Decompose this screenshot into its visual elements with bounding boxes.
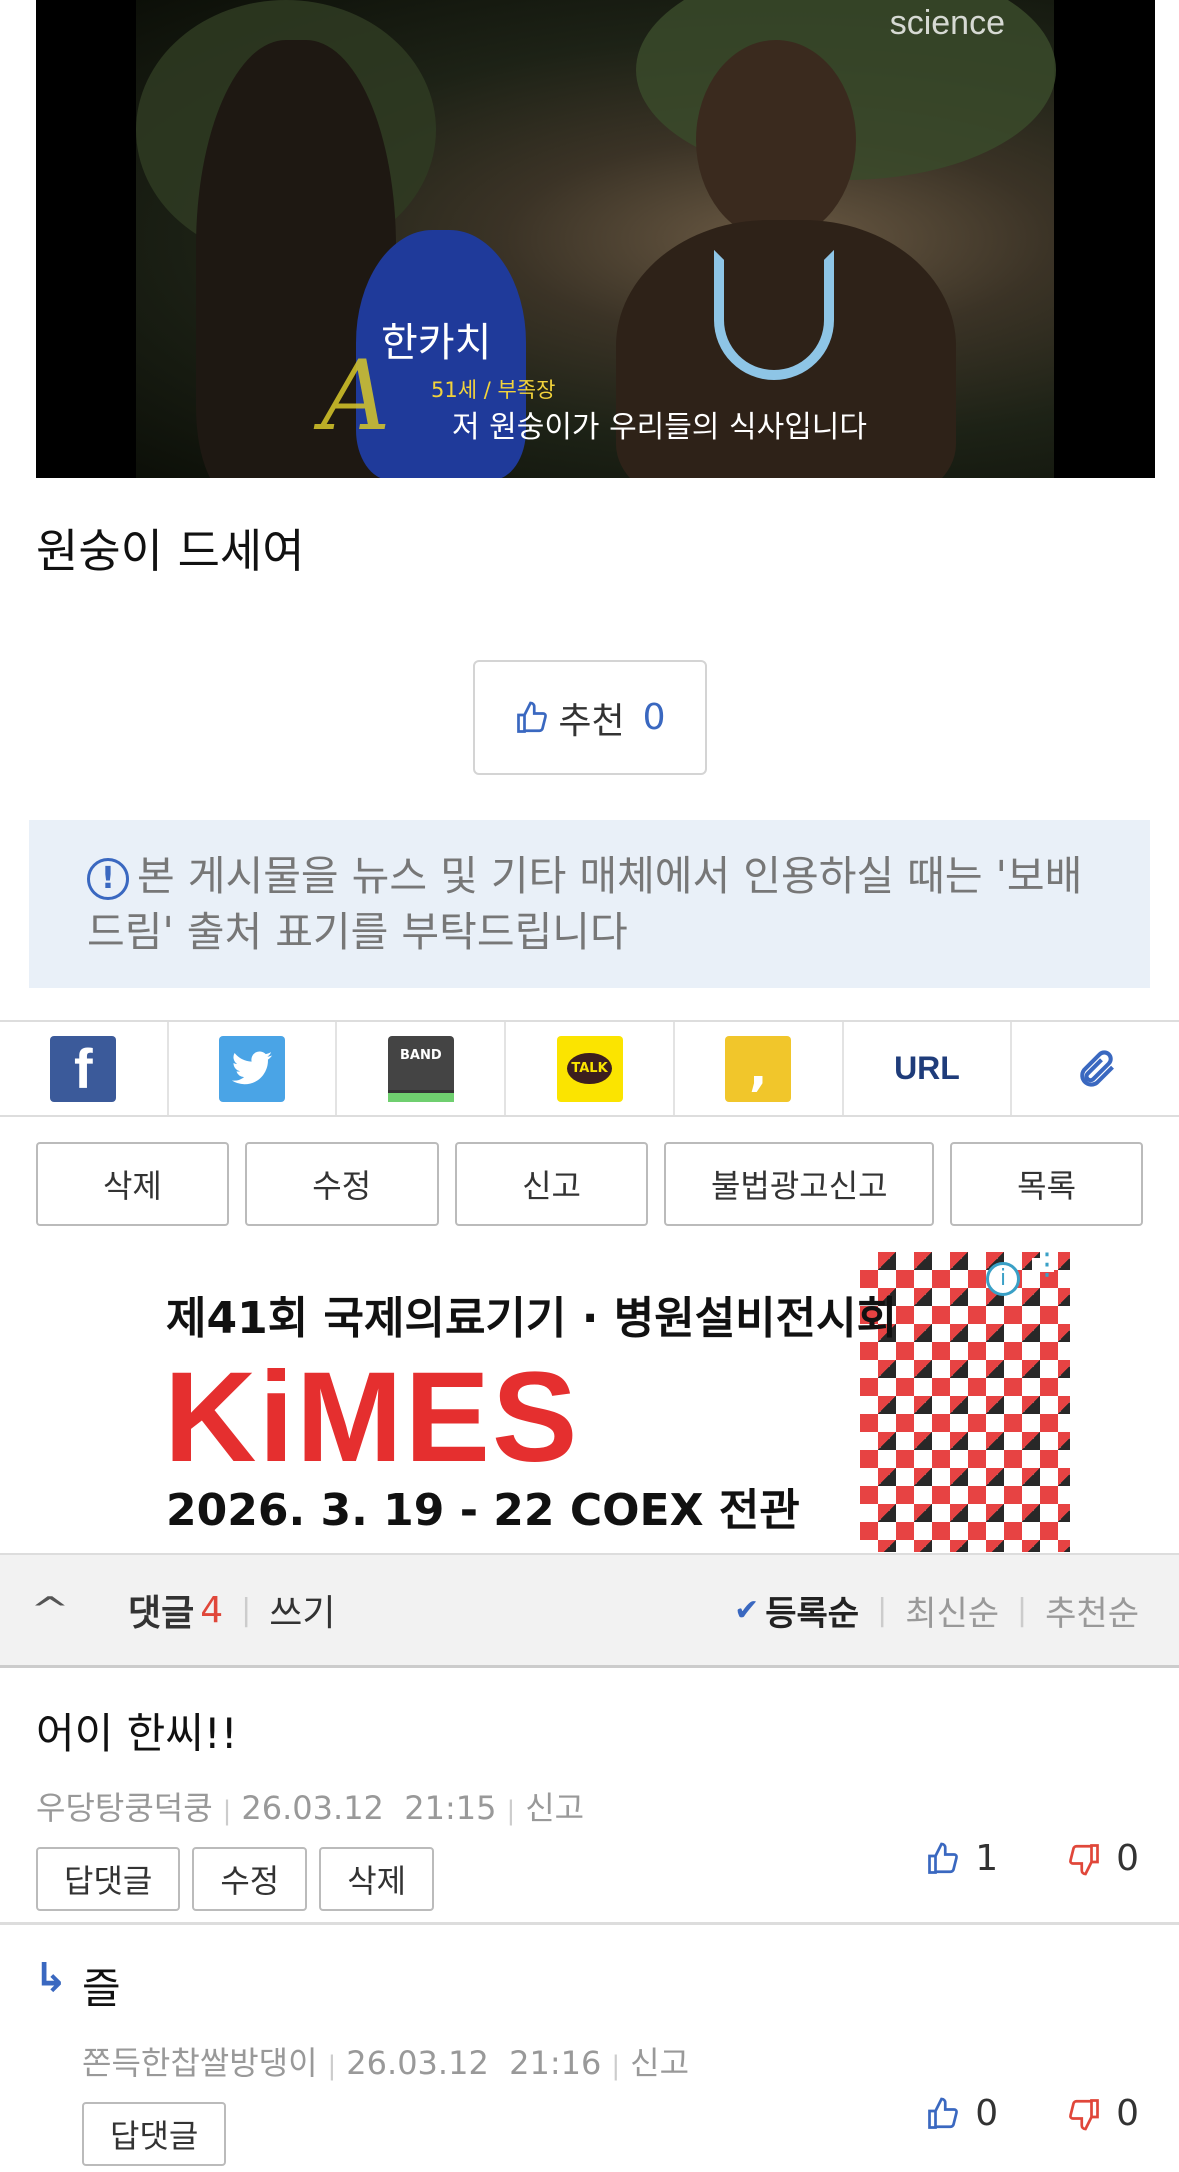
exclamation-icon: ! xyxy=(87,858,129,900)
ad-date: 2026. 3. 19 - 22 COEX 전관 xyxy=(166,1485,800,1536)
share-facebook[interactable]: f xyxy=(0,1022,169,1115)
write-comment-link[interactable]: 쓰기 xyxy=(269,1584,335,1636)
share-clip[interactable] xyxy=(1012,1022,1179,1115)
upvote-count: 0 xyxy=(975,2093,999,2134)
share-kakaotalk[interactable]: TALK xyxy=(506,1022,675,1115)
comment-text: 즐 xyxy=(82,1964,121,2013)
necklace xyxy=(714,250,834,380)
comment-item: 어이 한씨!! 우당탕쿵덕쿵 | 26.03.12 21:15 | 신고 답댓글 수정 … xyxy=(0,1700,1179,1911)
comments-label: 댓글 xyxy=(128,1593,195,1634)
downvote-button[interactable]: 0 xyxy=(1066,1838,1139,1879)
upvote-button[interactable]: 1 xyxy=(925,1838,998,1879)
notice-box: ! 본 게시물을 뉴스 및 기타 매체에서 인용하실 때는 '보배드림' 출처 표… xyxy=(29,820,1150,988)
divider: | xyxy=(327,2051,337,2081)
comment-delete-button[interactable]: 삭제 xyxy=(319,1847,435,1911)
twitter-icon xyxy=(219,1035,286,1102)
comments-count: 4 xyxy=(200,1589,224,1631)
downvote-count: 0 xyxy=(1116,1838,1139,1879)
recommend-label: 추천 xyxy=(558,700,625,742)
reply-arrow-icon: ↳ xyxy=(34,1955,68,2001)
comment-date: 26.03.12 xyxy=(346,2044,489,2082)
recommend-count: 0 xyxy=(642,697,666,738)
comment-report[interactable]: 신고 xyxy=(630,2044,689,2082)
person-head xyxy=(696,40,856,240)
notice-text: 본 게시물을 뉴스 및 기타 매체에서 인용하실 때는 '보배드림' 출처 표기… xyxy=(87,852,1083,956)
illegal-ad-report-button[interactable]: 불법광고신고 xyxy=(664,1142,935,1226)
divider: | xyxy=(241,1592,252,1628)
sort-recommended[interactable]: 추천순 xyxy=(1045,1586,1139,1635)
sort-newest[interactable]: 최신순 xyxy=(905,1586,999,1635)
caption-subtitle: 저 원숭이가 우리들의 식사입니다 xyxy=(452,410,868,445)
sort-options: ✔ 등록순 | 최신순 | 추천순 xyxy=(734,1586,1139,1635)
caption-name: 한카치 xyxy=(381,320,492,366)
report-button[interactable]: 신고 xyxy=(454,1142,649,1226)
comment-date: 26.03.12 xyxy=(241,1789,384,1827)
kakaostory-icon: , xyxy=(725,1035,792,1102)
comment-author[interactable]: 쫀득한찹쌀방댕이 xyxy=(82,2044,318,2082)
reply-button[interactable]: 답댓글 xyxy=(36,1847,181,1911)
upvote-button[interactable]: 0 xyxy=(925,2093,998,2134)
comments-header: ^ 댓글 4 | 쓰기 ✔ 등록순 | 최신순 | 추천순 xyxy=(0,1553,1179,1668)
checkmark-icon: ✔ xyxy=(734,1592,760,1628)
post-body-text: 원숭이 드세여 xyxy=(36,524,305,578)
divider: | xyxy=(611,2051,621,2081)
share-url[interactable]: URL xyxy=(844,1022,1013,1115)
divider: | xyxy=(1017,1592,1028,1628)
divider: | xyxy=(506,1796,516,1826)
collapse-chevron-up-icon[interactable]: ^ xyxy=(30,1590,86,1630)
video-player[interactable]: science A 한카치 51세 / 부족장 저 원숭이가 우리들의 식사입니… xyxy=(36,0,1155,478)
post-actions: 삭제 수정 신고 불법광고신고 목록 xyxy=(36,1142,1143,1226)
share-band[interactable]: BAND xyxy=(337,1022,507,1115)
kakaotalk-icon: TALK xyxy=(556,1035,623,1102)
video-watermark: science xyxy=(889,4,1005,42)
comment-divider xyxy=(0,1922,1179,1925)
band-label: BAND xyxy=(399,1047,442,1063)
ad-more-icon[interactable]: ⋮ xyxy=(1032,1252,1062,1280)
reply-button[interactable]: 답댓글 xyxy=(82,2102,227,2166)
comment-edit-button[interactable]: 수정 xyxy=(192,1847,308,1911)
recommend-button[interactable]: 추천 0 xyxy=(473,660,707,775)
comment-votes: 0 0 xyxy=(925,2093,1139,2134)
divider: | xyxy=(877,1592,888,1628)
ad-info-icon[interactable]: i xyxy=(986,1262,1020,1296)
share-kakaostory[interactable]: , xyxy=(675,1022,844,1115)
list-button[interactable]: 목록 xyxy=(950,1142,1143,1226)
ad-headline: 제41회 국제의료기기 · 병원설비전시회 xyxy=(166,1293,898,1344)
downvote-count: 0 xyxy=(1116,2093,1139,2134)
thumbs-up-icon xyxy=(928,2097,959,2129)
delete-button[interactable]: 삭제 xyxy=(36,1142,229,1226)
divider: | xyxy=(222,1796,232,1826)
share-twitter[interactable] xyxy=(169,1022,338,1115)
downvote-button[interactable]: 0 xyxy=(1066,2093,1139,2134)
comment-text: 어이 한씨!! xyxy=(36,1709,238,1758)
thumbs-up-icon xyxy=(517,701,548,733)
share-bar: f BAND TALK , URL xyxy=(0,1020,1179,1117)
ad-brand: KiMES xyxy=(164,1346,580,1489)
paperclip-icon xyxy=(1079,1049,1114,1087)
comment-time: 21:15 xyxy=(404,1789,497,1827)
thumbs-down-icon xyxy=(1069,1843,1099,1875)
talk-label: TALK xyxy=(567,1053,612,1084)
band-icon: BAND xyxy=(387,1035,454,1102)
facebook-icon: f xyxy=(50,1035,117,1102)
comment-meta: 우당탕쿵덕쿵 | 26.03.12 21:15 | 신고 xyxy=(36,1783,1179,1829)
upvote-count: 1 xyxy=(975,1838,999,1879)
thumbs-up-icon xyxy=(928,1842,959,1874)
comment-author[interactable]: 우당탕쿵덕쿵 xyxy=(36,1789,213,1827)
comment-reply-item: ↳ 즐 쫀득한찹쌀방댕이 | 26.03.12 21:16 | 신고 답댓글 0 0 xyxy=(0,1955,1179,2166)
comment-report[interactable]: 신고 xyxy=(525,1789,584,1827)
sort-registered[interactable]: 등록순 xyxy=(765,1586,859,1635)
comment-time: 21:16 xyxy=(509,2044,602,2082)
ad-banner[interactable]: 제41회 국제의료기기 · 병원설비전시회 KiMES 2026. 3. 19 … xyxy=(116,1252,1070,1552)
caption-logo: A xyxy=(321,340,391,452)
url-label: URL xyxy=(894,1050,960,1086)
edit-button[interactable]: 수정 xyxy=(244,1142,439,1226)
comment-votes: 1 0 xyxy=(925,1838,1139,1879)
thumbs-down-icon xyxy=(1069,2098,1099,2130)
comment-meta: 쫀득한찹쌀방댕이 | 26.03.12 21:16 | 신고 xyxy=(82,2038,1179,2084)
caption-age: 51세 / 부족장 xyxy=(431,378,556,402)
